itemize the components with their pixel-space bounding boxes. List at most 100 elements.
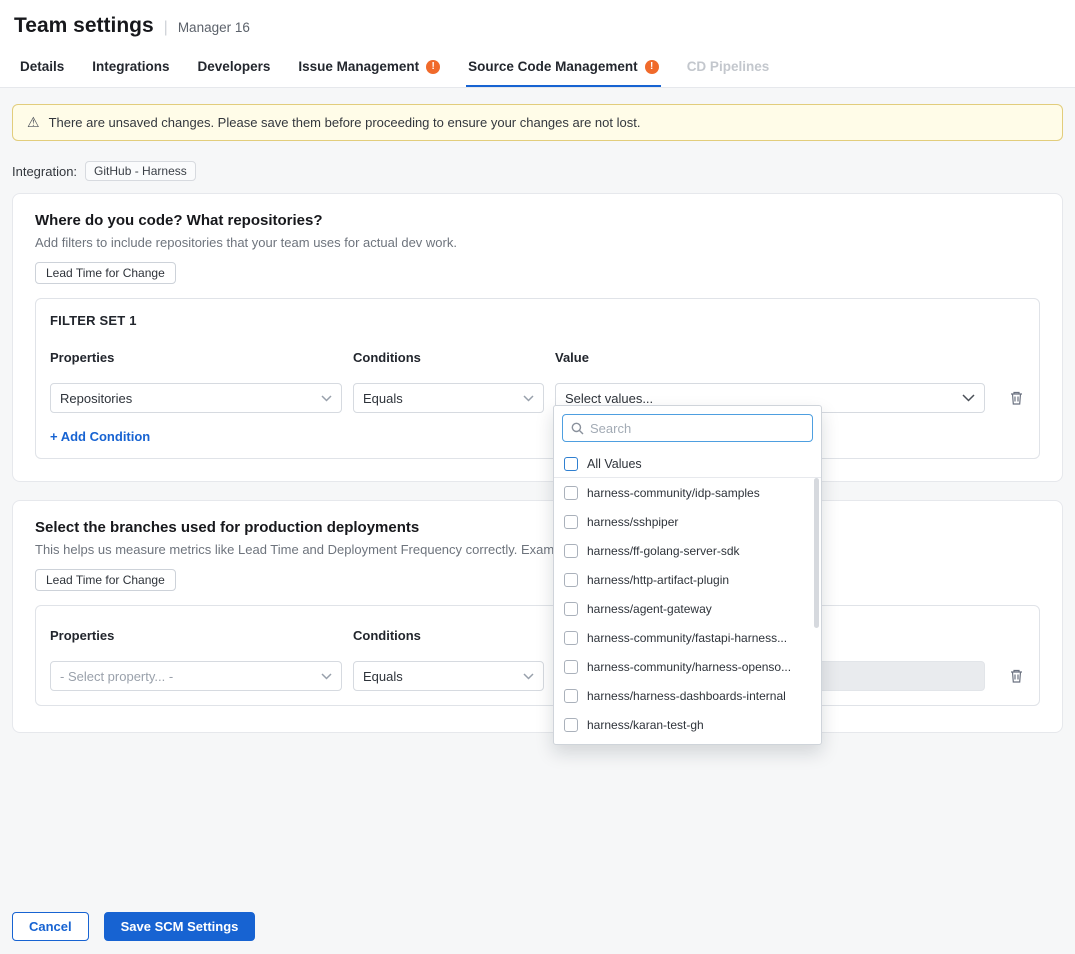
checkbox-icon[interactable] bbox=[564, 660, 578, 674]
page-header: Team settings | Manager 16 bbox=[0, 0, 1075, 46]
warning-badge-icon: ! bbox=[426, 60, 440, 74]
card-title: Select the branches used for production … bbox=[35, 519, 1040, 536]
integration-row: Integration: GitHub - Harness bbox=[12, 161, 1063, 181]
tab-cd-pipelines: CD Pipelines bbox=[685, 46, 772, 87]
dropdown-option[interactable]: harness/sshpiper bbox=[554, 507, 821, 536]
dropdown-option[interactable]: harness-community/harness-openso... bbox=[554, 652, 821, 681]
property-select-placeholder: - Select property... - bbox=[60, 669, 173, 684]
option-label: harness/sshpiper bbox=[587, 515, 678, 529]
footer-actions: Cancel Save SCM Settings bbox=[12, 912, 255, 941]
chevron-down-icon bbox=[962, 394, 975, 402]
conditions-header: Conditions bbox=[353, 628, 544, 643]
property-select[interactable]: Repositories bbox=[50, 383, 342, 413]
warning-triangle-icon: ⚠ bbox=[27, 114, 40, 131]
all-values-label: All Values bbox=[587, 457, 642, 471]
filter-row: - Select property... - Equals bbox=[50, 661, 1025, 691]
filter-set-box: Properties Conditions - Select property.… bbox=[35, 605, 1040, 706]
tab-label: Developers bbox=[198, 59, 271, 74]
dropdown-search-input[interactable] bbox=[590, 421, 804, 436]
dropdown-search-box bbox=[562, 414, 813, 442]
search-icon bbox=[571, 422, 584, 435]
checkbox-icon[interactable] bbox=[564, 631, 578, 645]
checkbox-icon[interactable] bbox=[564, 515, 578, 529]
column-headers: Properties Conditions bbox=[50, 628, 1025, 643]
page-title: Team settings bbox=[14, 14, 154, 38]
checkbox-icon[interactable] bbox=[564, 457, 578, 471]
checkbox-icon[interactable] bbox=[564, 689, 578, 703]
option-label: harness/harness-dashboards-internal bbox=[587, 689, 786, 703]
chevron-down-icon bbox=[523, 395, 534, 402]
checkbox-icon[interactable] bbox=[564, 544, 578, 558]
condition-select[interactable]: Equals bbox=[353, 383, 544, 413]
all-values-option[interactable]: All Values bbox=[554, 450, 821, 478]
tab-label: Source Code Management bbox=[468, 59, 638, 74]
dropdown-scrollbar[interactable] bbox=[814, 478, 819, 628]
option-label: harness-community/fastapi-harness... bbox=[587, 631, 787, 645]
filter-set-box: FILTER SET 1 Properties Conditions Value… bbox=[35, 298, 1040, 459]
properties-header: Properties bbox=[50, 628, 342, 643]
dropdown-option[interactable]: harness-community/fastapi-harness... bbox=[554, 623, 821, 652]
tab-label: Details bbox=[20, 59, 64, 74]
add-condition-button[interactable]: + Add Condition bbox=[50, 429, 1025, 444]
filter-row: Repositories Equals Select values... bbox=[50, 383, 1025, 413]
dropdown-option[interactable]: harness/harness-dashboards-internal bbox=[554, 681, 821, 710]
conditions-header: Conditions bbox=[353, 350, 544, 365]
chevron-down-icon bbox=[523, 673, 534, 680]
page-subtitle: Manager 16 bbox=[178, 20, 250, 35]
tab-integrations[interactable]: Integrations bbox=[90, 46, 171, 87]
cancel-button[interactable]: Cancel bbox=[12, 912, 89, 941]
tab-issue-management[interactable]: Issue Management ! bbox=[296, 46, 442, 87]
lead-time-tag: Lead Time for Change bbox=[35, 262, 176, 284]
alert-text: There are unsaved changes. Please save t… bbox=[49, 115, 641, 130]
value-header: Value bbox=[555, 350, 985, 365]
dropdown-option[interactable]: harness/karan-test-gh bbox=[554, 710, 821, 739]
tab-bar: Details Integrations Developers Issue Ma… bbox=[0, 46, 1075, 88]
option-label: harness/ff-golang-server-sdk bbox=[587, 544, 740, 558]
checkbox-icon[interactable] bbox=[564, 573, 578, 587]
save-scm-settings-button[interactable]: Save SCM Settings bbox=[104, 912, 256, 941]
branches-card: Select the branches used for production … bbox=[12, 500, 1063, 733]
integration-chip: GitHub - Harness bbox=[85, 161, 196, 181]
card-subtitle: This helps us measure metrics like Lead … bbox=[35, 542, 1040, 557]
dropdown-option[interactable]: harness-community/idp-samples bbox=[554, 478, 821, 507]
title-separator: | bbox=[164, 19, 168, 37]
value-select-placeholder: Select values... bbox=[565, 391, 653, 406]
filter-set-title: FILTER SET 1 bbox=[50, 313, 1025, 328]
values-dropdown-panel: All Values harness-community/idp-samples… bbox=[553, 405, 822, 745]
repositories-card: Where do you code? What repositories? Ad… bbox=[12, 193, 1063, 482]
unsaved-changes-alert: ⚠ There are unsaved changes. Please save… bbox=[12, 104, 1063, 141]
dropdown-option[interactable]: harness/… bbox=[554, 739, 821, 745]
dropdown-option[interactable]: harness/agent-gateway bbox=[554, 594, 821, 623]
tab-details[interactable]: Details bbox=[18, 46, 66, 87]
delete-filter-icon[interactable] bbox=[1009, 390, 1024, 406]
condition-select-value: Equals bbox=[363, 391, 403, 406]
tab-label: CD Pipelines bbox=[687, 59, 770, 74]
checkbox-icon[interactable] bbox=[564, 486, 578, 500]
property-select[interactable]: - Select property... - bbox=[50, 661, 342, 691]
chevron-down-icon bbox=[321, 395, 332, 402]
option-label: harness/http-artifact-plugin bbox=[587, 573, 729, 587]
tab-label: Integrations bbox=[92, 59, 169, 74]
lead-time-tag: Lead Time for Change bbox=[35, 569, 176, 591]
checkbox-icon[interactable] bbox=[564, 602, 578, 616]
condition-select[interactable]: Equals bbox=[353, 661, 544, 691]
team-settings-page: Team settings | Manager 16 Details Integ… bbox=[0, 0, 1075, 954]
property-select-value: Repositories bbox=[60, 391, 132, 406]
card-subtitle: Add filters to include repositories that… bbox=[35, 235, 1040, 250]
tab-source-code-management[interactable]: Source Code Management ! bbox=[466, 46, 661, 87]
card-title: Where do you code? What repositories? bbox=[35, 212, 1040, 229]
checkbox-icon[interactable] bbox=[564, 718, 578, 732]
dropdown-option[interactable]: harness/ff-golang-server-sdk bbox=[554, 536, 821, 565]
option-label: harness/agent-gateway bbox=[587, 602, 712, 616]
dropdown-option[interactable]: harness/http-artifact-plugin bbox=[554, 565, 821, 594]
option-label: harness/karan-test-gh bbox=[587, 718, 704, 732]
tab-label: Issue Management bbox=[298, 59, 419, 74]
tab-developers[interactable]: Developers bbox=[196, 46, 273, 87]
delete-filter-icon[interactable] bbox=[1009, 668, 1024, 684]
option-label: harness-community/idp-samples bbox=[587, 486, 760, 500]
warning-badge-icon: ! bbox=[645, 60, 659, 74]
column-headers: Properties Conditions Value bbox=[50, 350, 1025, 365]
option-label: harness-community/harness-openso... bbox=[587, 660, 791, 674]
chevron-down-icon bbox=[321, 673, 332, 680]
condition-select-value: Equals bbox=[363, 669, 403, 684]
